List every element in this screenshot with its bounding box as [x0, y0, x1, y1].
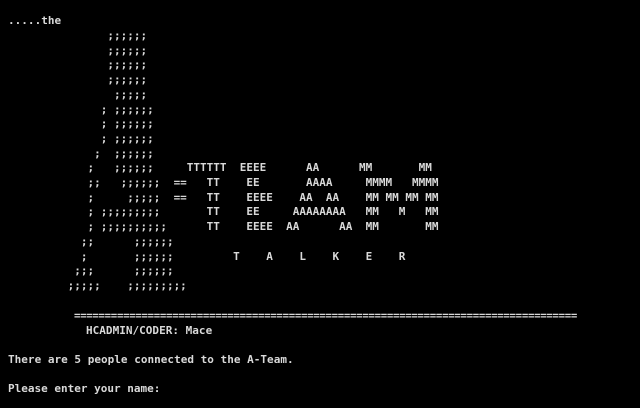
name-prompt-label: Please enter your name: — [8, 381, 167, 395]
terminal-screen[interactable]: .....the ;;;;;; ;;;;;; ;;;;;; ;;;;;; ;;;… — [0, 0, 640, 408]
name-input[interactable] — [166, 381, 467, 397]
divider-line: ========================================… — [74, 309, 578, 322]
name-prompt-line: Please enter your name: — [8, 381, 467, 397]
intro-text: .....the — [8, 14, 62, 27]
ascii-banner-logo: ;;;;;; ;;;;;; ;;;;;; ;;;;;; ;;;;; ; ;;;;… — [67, 29, 439, 292]
connected-users-message: There are 5 people connected to the A-Te… — [8, 353, 294, 366]
credit-text: HCADMIN/CODER: Mace — [86, 324, 213, 337]
